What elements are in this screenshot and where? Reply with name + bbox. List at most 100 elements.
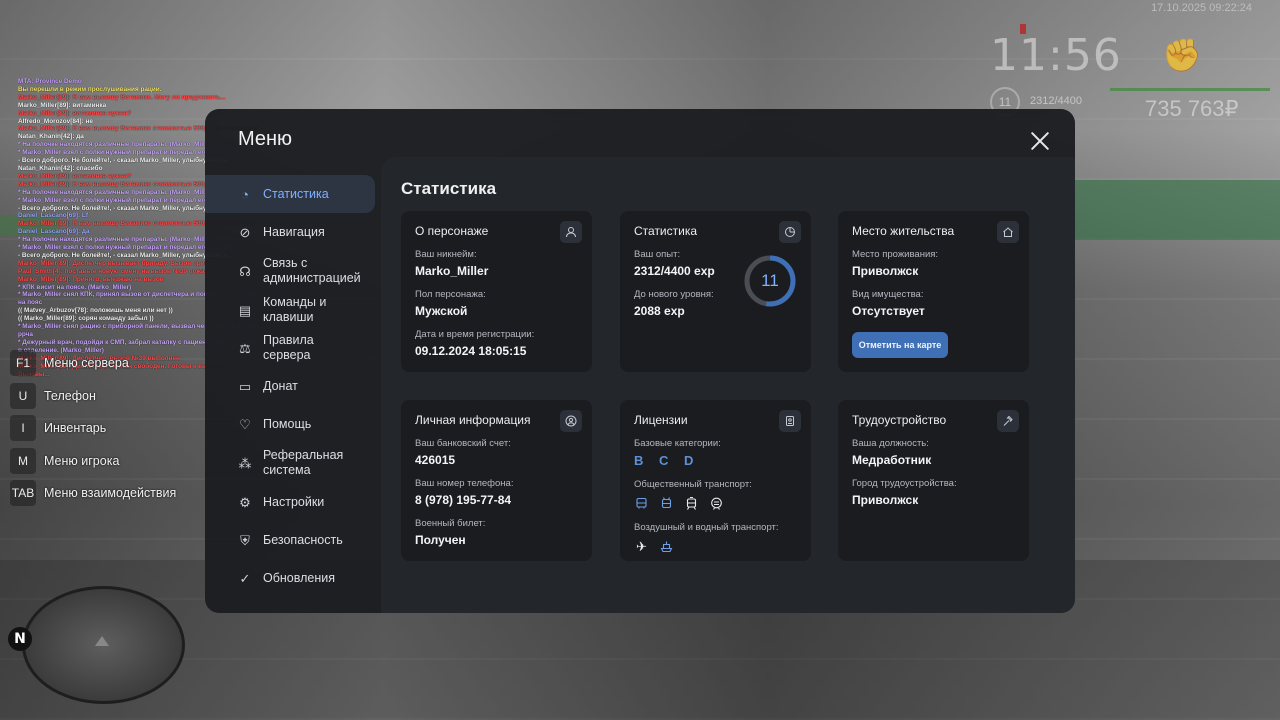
city-label: Город трудоустройства:: [852, 478, 957, 489]
hud-health-bar: [1110, 88, 1270, 91]
headset-icon: ☊: [239, 263, 251, 279]
nav-item-10[interactable]: ✓ Обновления: [205, 559, 380, 597]
hud-exp: 2312/4400: [1030, 95, 1082, 107]
hammer-icon: [997, 410, 1019, 432]
hotkey-key: TAB: [10, 480, 36, 507]
mark-on-map-button[interactable]: Отметить на карте: [852, 332, 948, 358]
hotkey-label: Меню сервера: [44, 356, 129, 371]
city-value: Приволжск: [852, 493, 919, 507]
hotkey-row: U Телефон: [10, 380, 176, 413]
home-label: Место проживания:: [852, 249, 939, 260]
hotkey-label: Меню игрока: [44, 453, 120, 468]
nav-item-4[interactable]: ⚖ Правила сервера: [205, 329, 380, 367]
phone-value: 8 (978) 195-77-84: [415, 493, 512, 507]
chat-line: MTA: Province Demo: [18, 78, 82, 85]
nav-item-label: Команды и клавиши: [263, 295, 327, 324]
gender-value: Мужской: [415, 304, 468, 318]
menu-window: Меню ◔ Статистика ⊘ Навигация ☊ Связь с админ…: [205, 109, 1075, 613]
pie-chart-icon: [779, 221, 801, 243]
wallet-icon: ▭: [238, 378, 252, 394]
phone-label: Ваш номер телефона:: [415, 478, 514, 489]
fist-icon: ✊: [1162, 37, 1202, 73]
nickname-value: Marko_Miller: [415, 264, 489, 278]
card-employment: Трудоустройство Ваша должность: Медработ…: [838, 400, 1029, 561]
nav-item-label: Безопасность: [263, 532, 343, 547]
position-value: Медработник: [852, 453, 932, 467]
card-title: Лицензии: [634, 413, 688, 427]
hotkey-row: F1 Меню сервера: [10, 347, 176, 380]
badge-icon: [779, 410, 801, 432]
property-value: Отсутствует: [852, 304, 925, 318]
scales-icon: ⚖: [239, 340, 251, 356]
user-icon: [560, 221, 582, 243]
gear-icon: ⚙: [239, 494, 251, 510]
military-label: Военный билет:: [415, 518, 486, 529]
menu-title: Меню: [238, 128, 293, 150]
hotkey-key: I: [10, 415, 36, 442]
nav-item-1[interactable]: ⊘ Навигация: [205, 213, 380, 251]
hotkey-row: M Меню игрока: [10, 445, 176, 478]
check-circle-icon: ✓: [239, 570, 251, 586]
card-title: Статистика: [634, 224, 698, 238]
card-title: О персонаже: [415, 224, 489, 238]
bank-label: Ваш банковский счет:: [415, 438, 511, 449]
hotkey-row: TAB Меню взаимодействия: [10, 477, 176, 510]
person-circle-icon: [560, 410, 582, 432]
hud-date: 17.10.2025 09:22:24: [1151, 2, 1252, 14]
hud-money: 735 763₽: [1145, 96, 1239, 121]
compass-north-icon: N: [8, 627, 32, 651]
hotkey-label: Телефон: [44, 388, 96, 403]
bus-icon: [634, 496, 649, 511]
chat-line: Вы перешли в режим прослушивания рации.: [18, 85, 162, 93]
referral-icon: ⁂: [238, 455, 252, 471]
hotkey-row: I Инвентарь: [10, 412, 176, 445]
nav-item-label: Статистика: [263, 186, 329, 201]
shield-icon: ⛨: [240, 532, 250, 548]
public-transport-label: Общественный транспорт:: [634, 479, 752, 490]
card-personal: Личная информация Ваш банковский счет: 4…: [401, 400, 592, 561]
heart-hands-icon: ♡: [239, 416, 251, 432]
hotkey-label: Меню взаимодействия: [44, 486, 177, 501]
nav-item-label: Настройки: [263, 494, 325, 509]
card-title: Личная информация: [415, 413, 531, 427]
house-icon: [997, 221, 1019, 243]
property-label: Вид имущества:: [852, 289, 924, 300]
nav-item-3[interactable]: ▤ Команды и клавиши: [205, 291, 380, 329]
nav-item-6[interactable]: ♡ Помощь: [205, 405, 380, 443]
nav-item-7[interactable]: ⁂ Реферальная система: [205, 443, 380, 483]
hotkey-key: F1: [10, 350, 36, 377]
document-icon: ▤: [238, 302, 252, 318]
nav-item-2[interactable]: ☊ Связь с администрацией: [205, 251, 380, 291]
base-categories-label: Базовые категории:: [634, 438, 721, 449]
hotkey-key: U: [10, 382, 36, 409]
air-water-transport-icons: ✈: [634, 539, 797, 554]
gender-label: Пол персонажа:: [415, 289, 486, 300]
card-character: О персонаже Ваш никнейм: Marko_Miller По…: [401, 211, 592, 372]
nav-item-label: Помощь: [263, 416, 312, 431]
hotkey-label: Инвентарь: [44, 421, 107, 436]
content-title: Статистика: [401, 179, 497, 198]
base-categories-value: B C D: [634, 453, 700, 468]
boat-icon: [659, 539, 674, 554]
nav-item-9[interactable]: ⛨ Безопасность: [205, 521, 380, 559]
level-value: 11: [761, 271, 779, 290]
air-water-transport-label: Воздушный и водный транспорт:: [634, 522, 779, 533]
tram-icon: [684, 496, 699, 511]
nav-item-8[interactable]: ⚙ Настройки: [205, 483, 380, 521]
close-icon[interactable]: [1028, 129, 1052, 153]
pie-chart-icon: ◔: [241, 186, 249, 202]
nav-item-label: Навигация: [263, 224, 325, 239]
menu-nav: ◔ Статистика ⊘ Навигация ☊ Связь с администра…: [205, 175, 380, 597]
nav-item-5[interactable]: ▭ Донат: [205, 367, 380, 405]
player-arrow-icon: [95, 636, 109, 646]
nav-item-label: Правила сервера: [263, 333, 314, 362]
nav-item-0[interactable]: ◔ Статистика: [205, 175, 375, 213]
chat-line: Marko_Miller[89]: Я вам выпишу Витамикс.…: [18, 93, 226, 101]
background-green-stripe: [1050, 180, 1280, 240]
nav-item-label: Реферальная система: [263, 448, 344, 477]
hud-time: 11:56: [990, 30, 1122, 81]
reg-label: Дата и время регистрации:: [415, 329, 535, 340]
position-label: Ваша должность:: [852, 438, 929, 449]
card-licenses: Лицензии Базовые категории: B C D Общест…: [620, 400, 811, 561]
airplane-icon: ✈: [636, 538, 647, 554]
